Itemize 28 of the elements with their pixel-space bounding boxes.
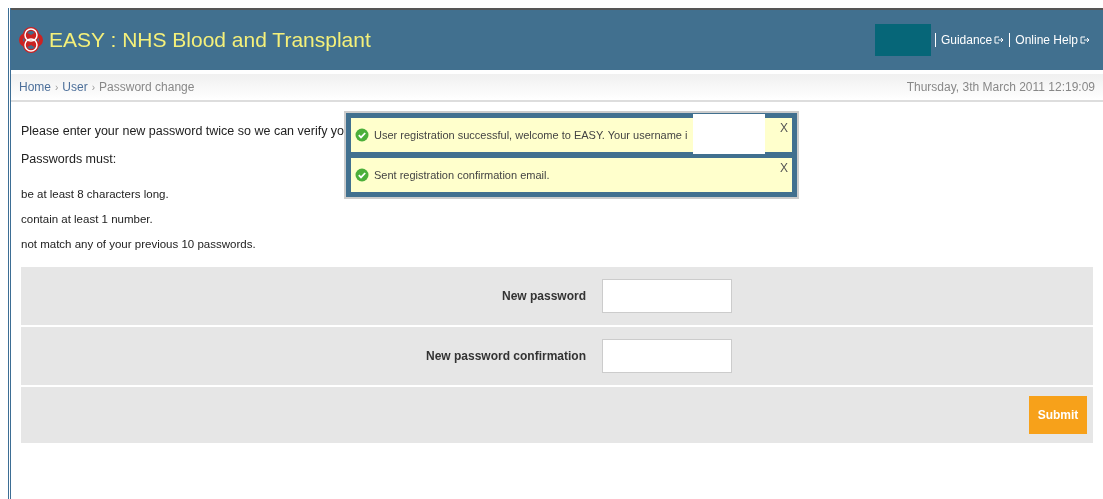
external-link-icon (1080, 36, 1090, 44)
close-button[interactable]: X (780, 121, 788, 135)
close-button[interactable]: X (780, 161, 788, 175)
breadcrumb-separator: › (55, 81, 59, 93)
check-icon (355, 128, 369, 142)
app-title: EASY : NHS Blood and Transplant (49, 28, 372, 52)
breadcrumb-link[interactable]: User (62, 80, 88, 94)
breadcrumb-link[interactable]: Home (19, 80, 51, 94)
logo-icon (19, 26, 43, 54)
password-field[interactable] (602, 339, 732, 373)
header-link[interactable]: Guidance (934, 33, 1010, 47)
field-label: New password (500, 289, 587, 303)
notification-text: User registration successful, welcome to EASY. Your username i (374, 129, 688, 141)
header-link[interactable]: Online Help (1009, 33, 1095, 47)
breadcrumb-separator: › (91, 81, 96, 93)
date-time: Thursday, 3th March 2011 12:19:09 (906, 80, 1095, 94)
external-link-icon (994, 36, 1005, 44)
current-page-label: Password change (99, 80, 195, 94)
redacted-block (874, 24, 931, 56)
rule-text: contain at least 1 number. (21, 212, 154, 227)
field-label: New password confirmation (424, 349, 587, 363)
intro-text: Please enter your new password twice so we can verify yo (21, 124, 345, 138)
check-icon (355, 168, 369, 182)
password-field[interactable] (602, 279, 732, 313)
rules-heading: Passwords must: (21, 152, 117, 166)
rule-text: be at least 8 characters long. (21, 187, 170, 202)
rule-text: not match any of your previous 10 passwords. (21, 237, 257, 252)
notification-text: Sent registration confirmation email. (374, 169, 550, 181)
